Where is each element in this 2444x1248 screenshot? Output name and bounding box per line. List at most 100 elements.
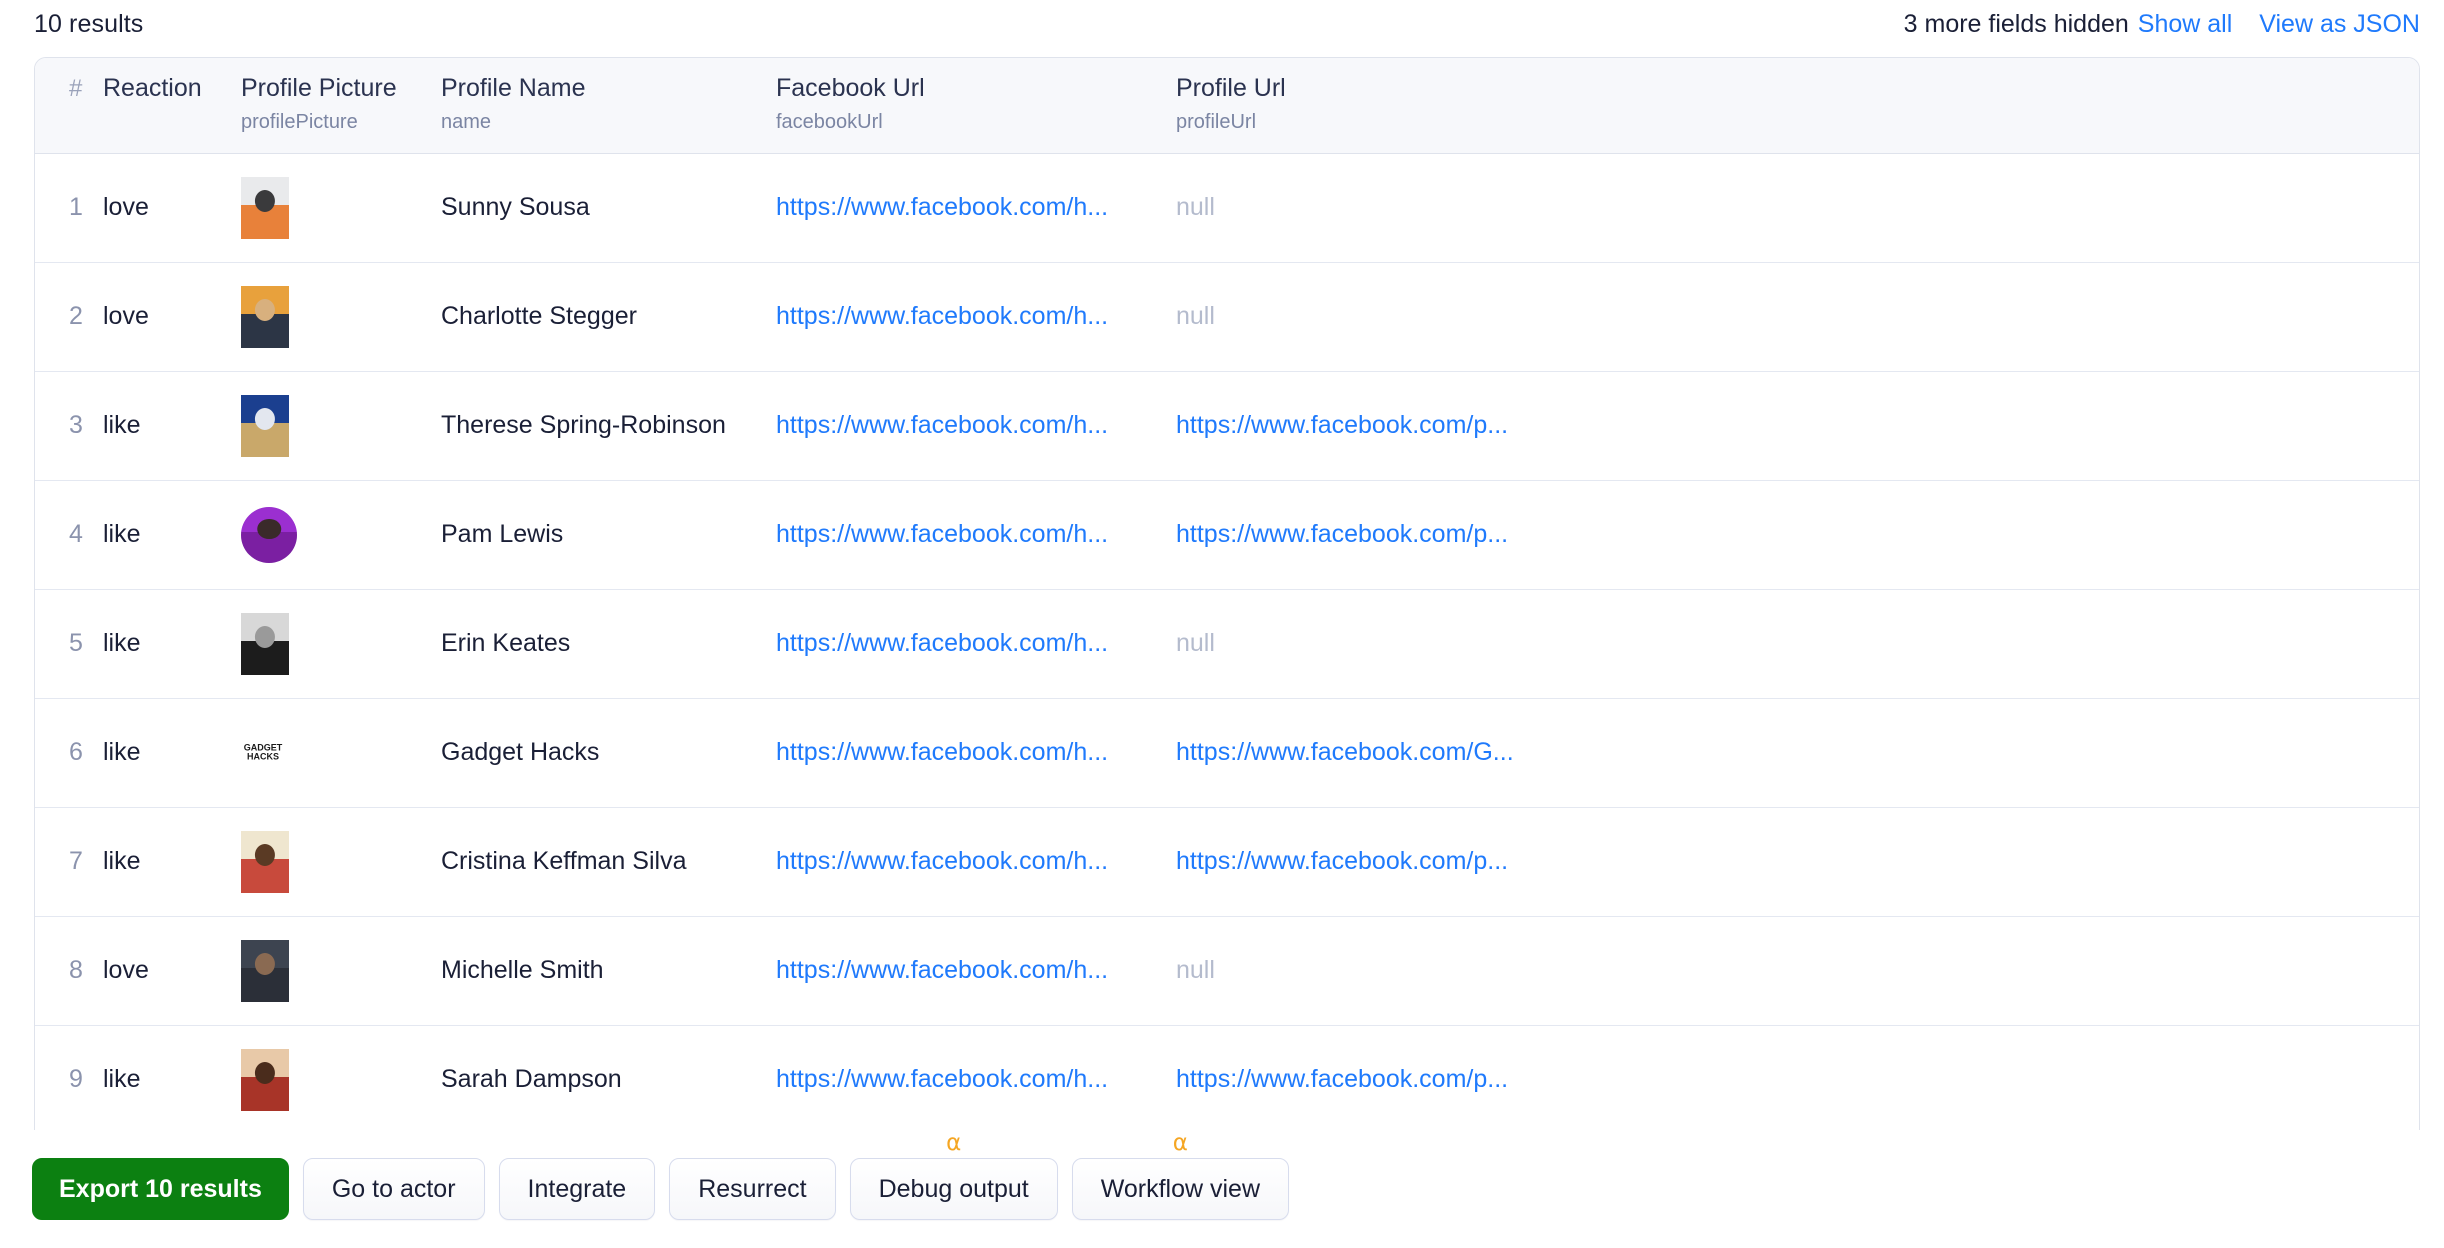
cell-profile-picture [241,588,441,698]
facebook-url-link[interactable]: https://www.facebook.com/h... [776,629,1108,657]
cell-index: 6 [35,697,103,807]
column-header-profile-name[interactable]: Profile Name name [441,58,776,154]
button-label: Go to actor [331,1174,456,1203]
facebook-url-link[interactable]: https://www.facebook.com/h... [776,1065,1108,1093]
debug-output-button[interactable]: α Debug output [849,1132,1058,1220]
table-row[interactable]: 5 like Erin Keates https://www.facebook.com… [35,588,2419,698]
cell-profile-picture [241,806,441,916]
cell-facebook-url: https://www.facebook.com/h... [776,806,1176,916]
button-label: Workflow view [1100,1174,1261,1203]
cell-profile-name: Sarah Dampson [441,1024,776,1134]
avatar [241,830,289,893]
cell-facebook-url: https://www.facebook.com/h... [776,697,1176,807]
reaction-value: like [103,629,141,657]
button-label: Debug output [878,1174,1029,1203]
profile-url-link[interactable]: https://www.facebook.com/p... [1176,411,1508,439]
profile-url-link[interactable]: https://www.facebook.com/p... [1176,847,1508,875]
reaction-value: like [103,738,141,766]
column-header-facebook-url[interactable]: Facebook Url facebookUrl [776,58,1176,154]
show-all-link[interactable]: Show all [2138,10,2233,39]
facebook-url-link[interactable]: https://www.facebook.com/h... [776,956,1108,984]
avatar [241,285,289,348]
cell-index: 3 [35,370,103,480]
table-row[interactable]: 8 love Michelle Smith https://www.facebook.… [35,915,2419,1025]
avatar [241,176,289,239]
cell-profile-picture [241,479,441,589]
reaction-value: love [103,956,149,984]
row-index-value: 4 [69,520,83,548]
column-header-index[interactable]: # [35,58,103,154]
integrate-button[interactable]: Integrate [498,1158,656,1220]
cell-profile-picture [241,153,441,262]
profile-url-link[interactable]: https://www.facebook.com/p... [1176,1065,1508,1093]
table-row[interactable]: 4 like Pam Lewis https://www.facebook.com/h… [35,479,2419,589]
cell-profile-url: null [1176,588,2419,698]
table-row[interactable]: 7 like Cristina Keffman Silva https://www.f… [35,806,2419,916]
table-header-row: # Reaction Profile Picture profilePictur… [35,58,2419,154]
table-body: 1 love Sunny Sousa https://www.facebook.com… [35,153,2419,1243]
table-row[interactable]: 6 like GADGET HACKS Gadget Hacks https://www.… [35,697,2419,807]
profile-name-value: Gadget Hacks [441,738,600,766]
cell-profile-name: Gadget Hacks [441,697,776,807]
view-as-json-link[interactable]: View as JSON [2259,10,2420,39]
cell-profile-url: null [1176,153,2419,262]
row-index-value: 9 [69,1065,83,1093]
column-header-reaction[interactable]: Reaction [103,58,241,154]
table-row[interactable]: 9 like Sarah Dampson https://www.facebook.c… [35,1024,2419,1134]
profile-url-link[interactable]: https://www.facebook.com/p... [1176,520,1508,548]
reaction-value: like [103,847,141,875]
cell-index: 9 [35,1024,103,1134]
profile-name-value: Therese Spring-Robinson [441,411,726,439]
cell-index: 4 [35,479,103,589]
cell-facebook-url: https://www.facebook.com/h... [776,370,1176,480]
cell-index: 8 [35,915,103,1025]
profile-url-link[interactable]: https://www.facebook.com/G... [1176,738,1514,766]
toolbar-right-group: 3 more fields hidden Show all View as JS… [1904,10,2420,39]
row-index-value: 8 [69,956,83,984]
cell-profile-url: null [1176,261,2419,371]
reaction-value: love [103,302,149,330]
facebook-url-link[interactable]: https://www.facebook.com/h... [776,193,1108,221]
cell-reaction: like [103,1024,241,1134]
table-row[interactable]: 1 love Sunny Sousa https://www.facebook.com… [35,153,2419,262]
profile-url-null-value: null [1176,193,1215,221]
cell-reaction: like [103,588,241,698]
profile-name-value: Pam Lewis [441,520,564,548]
reaction-value: like [103,520,141,548]
cell-profile-url: https://www.facebook.com/p... [1176,806,2419,916]
cell-profile-name: Pam Lewis [441,479,776,589]
facebook-url-link[interactable]: https://www.facebook.com/h... [776,302,1108,330]
table-row[interactable]: 2 love Charlotte Stegger https://www.facebo… [35,261,2419,371]
cell-profile-picture [241,915,441,1025]
facebook-url-link[interactable]: https://www.facebook.com/h... [776,411,1108,439]
profile-name-value: Cristina Keffman Silva [441,847,687,875]
facebook-url-link[interactable]: https://www.facebook.com/h... [776,847,1108,875]
column-header-profile-url[interactable]: Profile Url profileUrl [1176,58,2419,154]
cell-facebook-url: https://www.facebook.com/h... [776,261,1176,371]
export-10-results-button[interactable]: Export 10 results [32,1158,289,1220]
cell-index: 7 [35,806,103,916]
cell-facebook-url: https://www.facebook.com/h... [776,153,1176,262]
row-index-value: 3 [69,411,83,439]
profile-url-null-value: null [1176,302,1215,330]
resurrect-button[interactable]: Resurrect [669,1158,836,1220]
cell-reaction: like [103,806,241,916]
cell-profile-picture [241,261,441,371]
profile-picture-column-key: profilePicture [241,110,358,133]
column-header-profile-picture[interactable]: Profile Picture profilePicture [241,58,441,154]
profile-name-value: Sunny Sousa [441,193,590,221]
cell-profile-picture: GADGET HACKS [241,697,441,807]
facebook-url-column-key: facebookUrl [776,110,883,133]
table-row[interactable]: 3 like Therese Spring-Robinson https://www.… [35,370,2419,480]
reaction-column-title: Reaction [103,74,202,102]
facebook-url-link[interactable]: https://www.facebook.com/h... [776,520,1108,548]
go-to-actor-button[interactable]: Go to actor [302,1158,485,1220]
reaction-value: like [103,1065,141,1093]
avatar [241,612,289,675]
results-page: 10 results 3 more fields hidden Show all… [0,0,2444,1248]
facebook-url-link[interactable]: https://www.facebook.com/h... [776,738,1108,766]
workflow-view-button[interactable]: α Workflow view [1071,1132,1290,1220]
cell-facebook-url: https://www.facebook.com/h... [776,915,1176,1025]
profile-url-column-title: Profile Url [1176,74,1286,102]
cell-index: 1 [35,153,103,262]
